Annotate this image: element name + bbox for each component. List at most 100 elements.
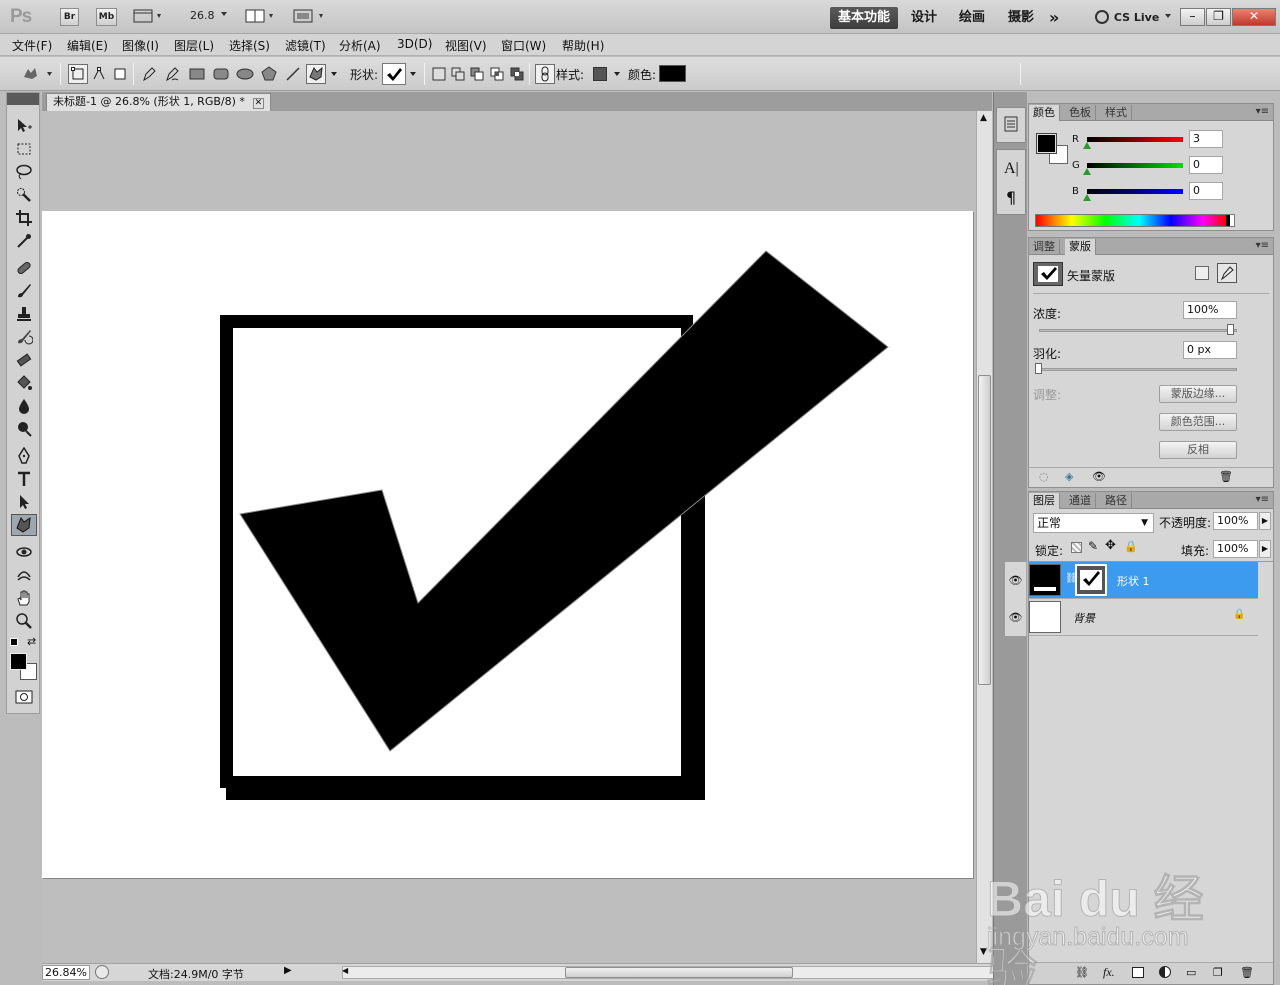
move-tool[interactable] bbox=[11, 115, 37, 137]
shape-color-swatch[interactable] bbox=[659, 65, 686, 82]
style-picker[interactable] bbox=[590, 64, 610, 84]
b-slider-handle[interactable] bbox=[1083, 194, 1091, 201]
fill-slider-arrow[interactable]: ▶ bbox=[1259, 540, 1271, 558]
polygon-option[interactable] bbox=[259, 64, 279, 84]
shape-picker[interactable] bbox=[382, 63, 406, 85]
3d-rotate-tool[interactable] bbox=[11, 541, 37, 563]
default-colors-icon[interactable] bbox=[10, 638, 18, 646]
status-zoom-field[interactable]: 26.84% bbox=[42, 965, 90, 980]
tab-masks[interactable]: 蒙版 bbox=[1065, 239, 1096, 255]
horizontal-scrollbar[interactable]: ◀ ▶ bbox=[342, 966, 1010, 979]
load-selection-icon[interactable]: ◌ bbox=[1039, 470, 1049, 483]
opacity-slider-arrow[interactable]: ▶ bbox=[1259, 512, 1271, 530]
feather-slider-handle[interactable] bbox=[1035, 363, 1042, 374]
dodge-tool[interactable] bbox=[11, 418, 37, 440]
scroll-down-arrow[interactable]: ▼ bbox=[980, 947, 987, 957]
vector-mask-button[interactable] bbox=[1217, 263, 1237, 283]
feather-slider-track[interactable] bbox=[1039, 368, 1237, 371]
vertical-scrollbar[interactable]: ▲ ▼ bbox=[976, 111, 992, 963]
spot-healing-brush-tool[interactable] bbox=[11, 257, 37, 279]
character-panel-button[interactable]: A| bbox=[1004, 160, 1019, 178]
menu-file[interactable]: 文件(F) bbox=[12, 37, 52, 54]
custom-shape-tool[interactable] bbox=[11, 514, 37, 536]
tab-adjustments[interactable]: 调整 bbox=[1029, 239, 1060, 255]
menu-select[interactable]: 选择(S) bbox=[229, 37, 270, 54]
paths-button[interactable] bbox=[89, 64, 109, 84]
lock-image-icon[interactable]: ✎ bbox=[1088, 539, 1098, 553]
rectangular-marquee-tool[interactable] bbox=[11, 138, 37, 160]
paragraph-panel-button[interactable]: ¶ bbox=[1006, 188, 1016, 207]
history-brush-tool[interactable] bbox=[11, 326, 37, 348]
color-spectrum-ramp[interactable] bbox=[1035, 214, 1235, 227]
swap-colors-icon[interactable]: ⇄ bbox=[27, 635, 36, 648]
delete-layer-icon[interactable]: 🗑 bbox=[1240, 966, 1254, 979]
panel-menu-icon[interactable]: ▾≡ bbox=[1256, 240, 1269, 251]
workspace-design[interactable]: 设计 bbox=[911, 7, 937, 29]
eraser-tool[interactable] bbox=[11, 349, 37, 371]
ellipse-option[interactable] bbox=[235, 64, 255, 84]
shape-picker-dropdown[interactable] bbox=[406, 64, 420, 84]
lock-position-icon[interactable]: ✥ bbox=[1105, 538, 1116, 553]
layer-row-background[interactable]: 👁 背景 🔒 bbox=[1005, 599, 1258, 636]
menu-filter[interactable]: 滤镜(T) bbox=[285, 37, 326, 54]
scroll-left-arrow[interactable]: ◀ bbox=[342, 966, 348, 975]
paint-bucket-tool[interactable] bbox=[11, 372, 37, 394]
shape-layers-button[interactable] bbox=[68, 64, 88, 84]
geometry-options-dropdown[interactable] bbox=[327, 64, 341, 84]
menu-help[interactable]: 帮助(H) bbox=[562, 37, 604, 54]
launch-mini-bridge-button[interactable]: Mb bbox=[96, 8, 117, 26]
panel-menu-icon[interactable]: ▾≡ bbox=[1256, 494, 1269, 505]
restore-button[interactable]: ❐ bbox=[1206, 8, 1231, 26]
menu-analysis[interactable]: 分析(A) bbox=[339, 37, 381, 54]
launch-bridge-button[interactable]: Br bbox=[60, 8, 79, 26]
scroll-up-arrow[interactable]: ▲ bbox=[980, 113, 987, 123]
3d-orbit-tool[interactable] bbox=[11, 564, 37, 586]
status-info-icon[interactable] bbox=[95, 965, 109, 979]
density-slider-handle[interactable] bbox=[1227, 324, 1234, 335]
document-canvas[interactable] bbox=[42, 211, 973, 878]
brush-tool[interactable] bbox=[11, 280, 37, 302]
zoom-level-dropdown[interactable]: 26.8 bbox=[190, 9, 230, 22]
intersect-shape-mode[interactable] bbox=[487, 64, 507, 84]
menu-3d[interactable]: 3D(D) bbox=[397, 37, 432, 51]
new-shape-layer-mode[interactable] bbox=[429, 64, 449, 84]
pen-tool-option[interactable] bbox=[139, 64, 159, 84]
cs-live-button[interactable]: CS Live bbox=[1094, 9, 1173, 25]
g-value-field[interactable]: 0 bbox=[1189, 156, 1223, 174]
blend-mode-select[interactable]: 正常 ▼ bbox=[1033, 513, 1154, 533]
layer-vector-mask-thumbnail[interactable] bbox=[1075, 564, 1107, 596]
rectangle-option[interactable] bbox=[187, 64, 207, 84]
clone-stamp-tool[interactable] bbox=[11, 303, 37, 325]
lock-transparency-icon[interactable] bbox=[1071, 542, 1082, 553]
freeform-pen-option[interactable] bbox=[162, 64, 182, 84]
eyedropper-tool[interactable] bbox=[11, 230, 37, 252]
view-extras-dropdown[interactable] bbox=[133, 9, 165, 26]
path-selection-tool[interactable] bbox=[11, 491, 37, 513]
feather-field[interactable]: 0 px bbox=[1183, 341, 1237, 359]
menu-window[interactable]: 窗口(W) bbox=[501, 37, 546, 54]
new-layer-icon[interactable]: ❐ bbox=[1213, 966, 1223, 979]
link-layers-icon[interactable]: ⛓ bbox=[1075, 966, 1089, 979]
more-workspaces-button[interactable]: » bbox=[1049, 7, 1059, 29]
layer-row-shape[interactable]: 👁 ⛓ 形状 1 bbox=[1005, 562, 1258, 599]
status-menu-arrow[interactable]: ▶ bbox=[284, 965, 292, 976]
menu-image[interactable]: 图像(I) bbox=[122, 37, 159, 54]
density-field[interactable]: 100% bbox=[1183, 301, 1237, 319]
add-to-shape-mode[interactable] bbox=[448, 64, 468, 84]
horizontal-scroll-thumb[interactable] bbox=[565, 967, 793, 978]
color-range-button[interactable]: 颜色范围... bbox=[1159, 413, 1237, 431]
apply-mask-icon[interactable]: ◈ bbox=[1065, 470, 1073, 483]
b-slider[interactable] bbox=[1087, 189, 1183, 194]
toggle-mask-visibility-icon[interactable]: 👁 bbox=[1092, 470, 1106, 483]
tab-styles[interactable]: 样式 bbox=[1101, 105, 1132, 121]
b-value-field[interactable]: 0 bbox=[1189, 182, 1223, 200]
close-document-icon[interactable]: ✕ bbox=[252, 98, 264, 109]
g-slider-handle[interactable] bbox=[1083, 168, 1091, 175]
close-button[interactable]: ✕ bbox=[1232, 8, 1276, 26]
invert-button[interactable]: 反相 bbox=[1159, 441, 1237, 459]
tab-channels[interactable]: 通道 bbox=[1065, 493, 1096, 509]
adjustment-layer-icon[interactable] bbox=[1159, 966, 1171, 978]
menu-layer[interactable]: 图层(L) bbox=[174, 37, 214, 54]
link-style-button[interactable] bbox=[535, 64, 555, 84]
g-slider[interactable] bbox=[1087, 163, 1183, 168]
